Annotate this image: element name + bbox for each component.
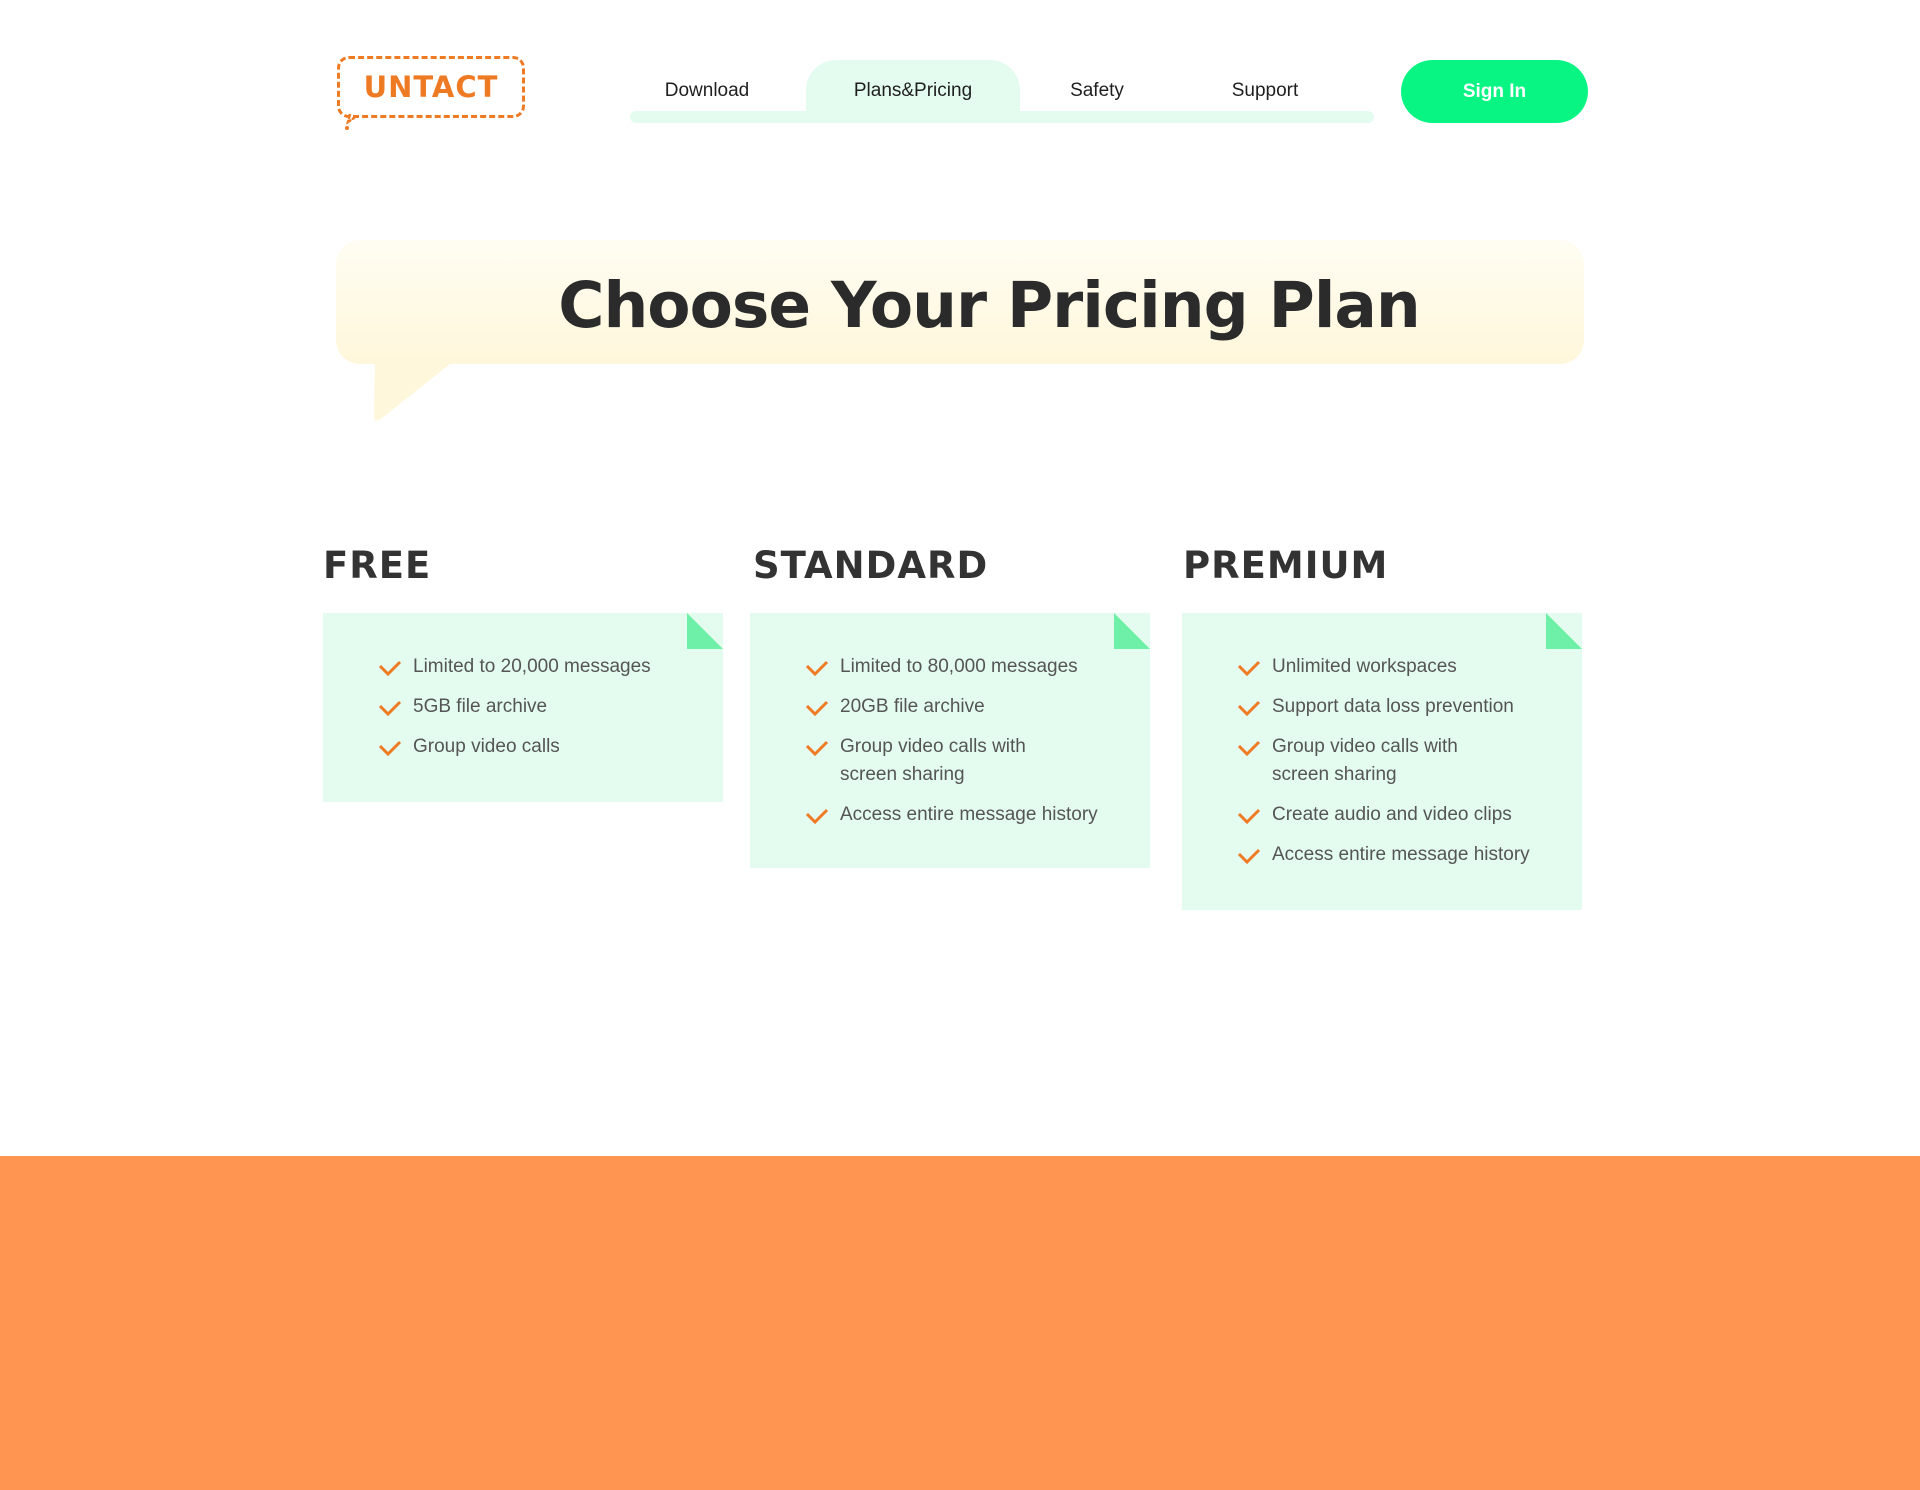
sign-in-button[interactable]: Sign In	[1401, 60, 1588, 123]
page-fold-icon	[687, 613, 723, 649]
feature-text: 5GB file archive	[413, 696, 548, 717]
check-icon	[1237, 848, 1261, 865]
nav-safety[interactable]: Safety	[1046, 60, 1148, 120]
feature-item: Group video calls with screen sharing	[805, 733, 1130, 789]
feature-text: Support data loss prevention	[1272, 696, 1514, 717]
feature-text: Access entire message history	[840, 804, 1098, 825]
feature-item: Access entire message history	[805, 801, 1130, 829]
check-icon	[805, 740, 829, 757]
check-icon	[1237, 700, 1261, 717]
check-icon	[1237, 808, 1261, 825]
plan-title-standard: STANDARD	[753, 544, 989, 587]
plan-card-premium: Unlimited workspaces Support data loss p…	[1182, 613, 1582, 910]
check-icon	[1237, 740, 1261, 757]
logo-text: UNTACT	[363, 70, 499, 104]
feature-text: Limited to 20,000 messages	[413, 656, 651, 677]
feature-text: Limited to 80,000 messages	[840, 656, 1078, 677]
page-title: Choose Your Pricing Plan	[558, 268, 1421, 342]
feature-item: Support data loss prevention	[1237, 693, 1562, 721]
feature-text: Create audio and video clips	[1272, 804, 1512, 825]
feature-text: Access entire message history	[1272, 844, 1530, 865]
check-icon	[805, 660, 829, 677]
footer-band	[0, 1156, 1920, 1490]
check-icon	[378, 740, 402, 757]
nav-download[interactable]: Download	[636, 60, 778, 120]
plan-title-premium: PREMIUM	[1183, 544, 1389, 587]
feature-text: Group video calls with screen sharing	[1272, 736, 1458, 785]
plan-card-standard: Limited to 80,000 messages 20GB file arc…	[750, 613, 1150, 868]
plan-card-free: Limited to 20,000 messages 5GB file arch…	[323, 613, 723, 802]
page-fold-icon	[1114, 613, 1150, 649]
feature-item: 5GB file archive	[378, 693, 703, 721]
check-icon	[378, 660, 402, 677]
feature-item: Group video calls	[378, 733, 703, 761]
check-icon	[1237, 660, 1261, 677]
check-icon	[378, 700, 402, 717]
nav-plans-pricing[interactable]: Plans&Pricing	[806, 60, 1020, 120]
feature-item: Group video calls with screen sharing	[1237, 733, 1562, 789]
nav-support[interactable]: Support	[1210, 60, 1320, 120]
feature-item: Limited to 20,000 messages	[378, 653, 703, 681]
feature-item: Unlimited workspaces	[1237, 653, 1562, 681]
check-icon	[805, 808, 829, 825]
check-icon	[805, 700, 829, 717]
feature-text: Group video calls with screen sharing	[840, 736, 1026, 785]
feature-item: 20GB file archive	[805, 693, 1130, 721]
plan-title-free: FREE	[323, 544, 432, 587]
feature-text: Unlimited workspaces	[1272, 656, 1457, 677]
feature-item: Create audio and video clips	[1237, 801, 1562, 829]
page-fold-icon	[1546, 613, 1582, 649]
feature-item: Access entire message history	[1237, 841, 1562, 869]
feature-item: Limited to 80,000 messages	[805, 653, 1130, 681]
logo-tail-icon	[345, 114, 356, 130]
feature-text: 20GB file archive	[840, 696, 985, 717]
feature-text: Group video calls	[413, 736, 560, 757]
logo[interactable]: UNTACT	[337, 56, 525, 118]
